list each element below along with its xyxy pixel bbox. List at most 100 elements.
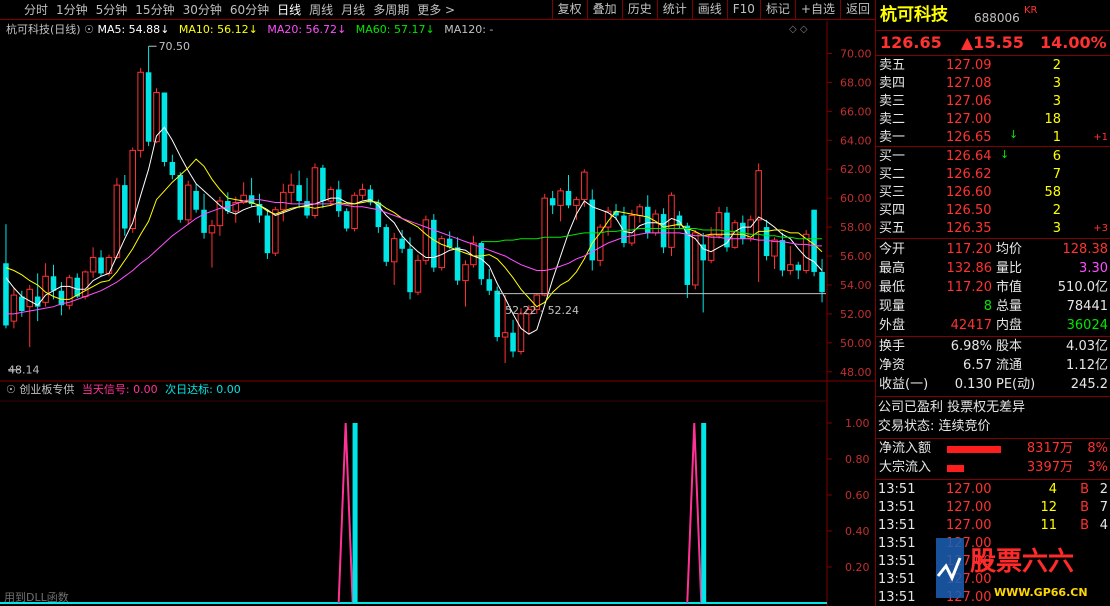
indicator-signal1: 当天信号: 0.00 (81, 383, 158, 396)
stock-code: 688006 (974, 11, 1020, 25)
tick-volume: 4 (1048, 482, 1057, 497)
candle-body (549, 198, 556, 206)
toolbar-button[interactable]: 标记 (759, 0, 795, 20)
indicator-name[interactable]: 创业板专供 (19, 383, 74, 396)
ask-label: 卖二 (879, 112, 906, 127)
tick-row: 13:51 127.00 4 B 2 (876, 481, 1110, 499)
tick-side: B (1080, 500, 1089, 515)
ask-volume: 1 (1052, 130, 1061, 145)
candle-body (113, 184, 121, 258)
stat-label: 均价 (996, 242, 1023, 257)
candle-body (581, 171, 588, 201)
stat-value: 245.2 (1070, 377, 1108, 392)
candle-body (19, 296, 25, 311)
bid-volume: 2 (1052, 203, 1061, 218)
stat-value: 132.86 (946, 261, 993, 276)
candle-body (184, 184, 192, 221)
bid-label: 买五 (879, 221, 906, 236)
indicator-signal2: 次日达标: 0.00 (165, 383, 241, 396)
ask-price: 126.65 (946, 130, 992, 145)
candle-body (707, 235, 715, 261)
candle-body (81, 271, 89, 298)
tick-time: 13:51 (878, 536, 916, 551)
candle-body (795, 264, 802, 271)
settings-dot-icon[interactable]: ☉ (6, 383, 16, 396)
period-tab[interactable]: 1分钟 (52, 0, 92, 20)
stat-label: 量比 (996, 261, 1023, 276)
tick-time: 13:51 (878, 572, 916, 587)
bid-volume: 3 (1052, 221, 1061, 236)
tick-count: 7 (1099, 500, 1108, 515)
bid-volume: 58 (1044, 185, 1061, 200)
period-tab[interactable]: 5分钟 (92, 0, 132, 20)
ask-price: 127.00 (946, 112, 992, 127)
candle-body (724, 212, 730, 248)
indicator-legend: ☉ 创业板专供 当天信号: 0.00 次日达标: 0.00 (6, 382, 241, 398)
ma10-label: MA10: 56.12 (178, 23, 249, 36)
candle-body (50, 276, 57, 291)
period-tab[interactable]: 多周期 (369, 0, 413, 20)
period-tab[interactable]: 月线 (337, 0, 369, 20)
bid-price: 126.50 (946, 203, 992, 218)
stat-label: 内盘 (996, 318, 1023, 333)
bid-price: 126.62 (946, 167, 992, 182)
candle-body (169, 161, 176, 175)
candle-body (454, 247, 461, 281)
stock-period-label: 杭可科技(日线) (6, 23, 81, 36)
price-change-pct: 14.00% (1040, 33, 1107, 52)
toolbar-button[interactable]: 复权 (551, 0, 587, 20)
stat-value: 36024 (1066, 318, 1108, 333)
toolbar-button[interactable]: +自选 (794, 0, 840, 20)
indicator-tick-label: 0.20 (845, 561, 870, 574)
period-tab[interactable]: 15分钟 (131, 0, 178, 20)
down-arrow-icon: ↓ (1000, 148, 1010, 161)
stat-label: PE(动) (996, 377, 1036, 392)
ask-volume: 3 (1052, 94, 1061, 109)
period-tab[interactable]: 日线 (273, 0, 305, 20)
period-tab[interactable]: 分时 (20, 0, 52, 20)
stat-row: 最低 117.20 市值 510.0亿 (876, 279, 1110, 297)
toolbar-button[interactable]: 叠加 (586, 0, 622, 20)
settings-dot-icon[interactable]: ☉ (84, 23, 94, 36)
ask-volume: 18 (1044, 112, 1061, 127)
flow-bar (947, 465, 964, 472)
candle-body (359, 188, 366, 196)
toolbar-button[interactable]: 返回 (839, 0, 875, 20)
tick-row: 13:51 127.00 12 B 7 (876, 499, 1110, 517)
tick-time: 13:51 (878, 500, 916, 515)
ask-level: 卖一 126.65 1 +1 (876, 129, 1110, 147)
toolbar-button[interactable]: 画线 (691, 0, 727, 20)
stat-label: 股本 (996, 339, 1023, 354)
last-price: 126.65 (880, 33, 942, 52)
period-tab[interactable]: 周线 (305, 0, 337, 20)
chart-options-icon[interactable]: ◇ ◇ (789, 24, 808, 35)
toolbar-button[interactable]: F10 (726, 0, 760, 20)
candle-body (779, 240, 786, 271)
stat-row: 最高 132.86 量比 3.30 (876, 260, 1110, 278)
ask-volume: 3 (1052, 76, 1061, 91)
candle-body (89, 256, 97, 273)
ma-line (6, 199, 822, 315)
period-tab[interactable]: 30分钟 (179, 0, 226, 20)
kline-chart-panel[interactable]: 70.00 68.00 66.00 64.00 62.00 60.00 58.00 56.00… (0, 21, 875, 606)
high-label: 70.50 (159, 40, 191, 53)
stat-value: 510.0亿 (1057, 280, 1108, 295)
candle-body (494, 290, 500, 338)
candle-body (715, 212, 723, 237)
candle-body (351, 194, 358, 230)
toolbar-button[interactable]: 历史 (621, 0, 657, 20)
signal-bar (701, 423, 707, 603)
candle-body (573, 199, 580, 206)
period-tab[interactable]: 更多 > (413, 0, 459, 20)
stat-row: 今开 117.20 均价 128.38 (876, 241, 1110, 259)
stat-row: 现量 8 总量 78441 (876, 298, 1110, 316)
candle-body (771, 239, 778, 257)
toolbar-button[interactable]: 统计 (656, 0, 692, 20)
kline-chart[interactable]: 70.00 68.00 66.00 64.00 62.00 60.00 58.00 56.00… (0, 21, 875, 606)
stat-value: 128.38 (1062, 242, 1109, 257)
candle-body (470, 242, 477, 266)
period-tab[interactable]: 60分钟 (226, 0, 273, 20)
flow-value: 3397万 (1026, 460, 1073, 475)
period-toolbar: 分时 1分钟 5分钟 15分钟 30分钟 60分钟 日线 周线 月线 多周期 更多 > 复权 叠加 历史… (0, 0, 875, 20)
candle-body (10, 294, 18, 322)
